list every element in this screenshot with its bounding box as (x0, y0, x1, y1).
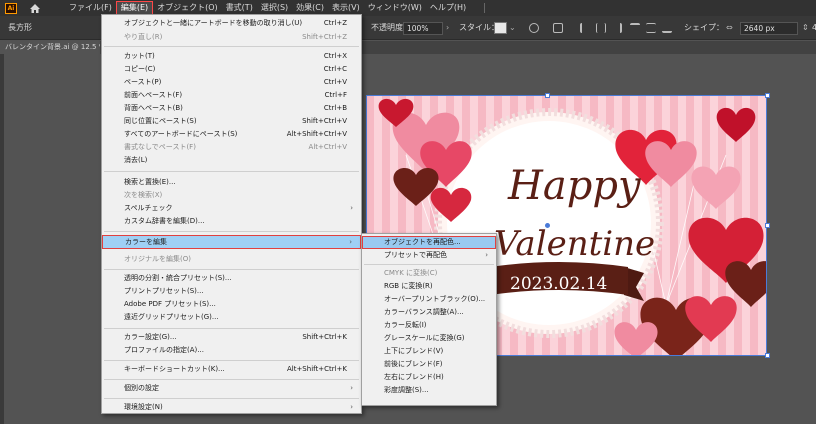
width-icon: ⇔ (726, 23, 733, 32)
menu-window[interactable]: ウィンドウ(W) (364, 1, 426, 15)
align-left-icon[interactable] (580, 23, 590, 33)
menu-object[interactable]: オブジェクト(O) (153, 1, 222, 15)
center-point (545, 223, 550, 228)
menu-item-edit-custom-dictionary[interactable]: カスタム辞書を編集(D)... (102, 216, 361, 227)
menu-item-find-replace[interactable]: 検索と置換(E)... (102, 177, 361, 188)
menu-item-my-settings[interactable]: 個別の設定 › (102, 383, 361, 394)
artboard-date: 2023.02.14 (510, 274, 607, 294)
menu-select[interactable]: 選択(S) (257, 1, 292, 15)
shape-type-label: 長方形 (8, 23, 32, 32)
menu-item-edit-colors[interactable]: カラーを編集 › (102, 235, 361, 249)
menu-item-convert-to-cmyk: CMYK に変換(C) (384, 269, 438, 277)
menu-item-keyboard-shortcuts[interactable]: キーボードショートカット(K)... Alt+Shift+Ctrl+K (102, 364, 361, 375)
menu-separator (104, 360, 359, 361)
submenu-arrow-icon: › (485, 251, 488, 259)
illustrator-logo-icon: Ai (5, 2, 17, 14)
left-toolbar-edge (0, 54, 4, 424)
menu-item-assign-profile[interactable]: プロファイルの指定(A)... (102, 345, 361, 356)
menu-item-overprint-black[interactable]: オーバープリントブラック(O)... (362, 294, 496, 305)
menu-item-color-settings[interactable]: カラー設定(G)... Shift+Ctrl+K (102, 332, 361, 343)
menu-item-adjust-color-balance[interactable]: カラーバランス調整(A)... (362, 307, 496, 318)
menu-effect[interactable]: 効果(C) (292, 1, 328, 15)
menu-item-recolor-with-preset[interactable]: プリセットで再配色 › (362, 250, 496, 261)
home-icon[interactable] (29, 3, 41, 14)
opacity-dropdown-icon[interactable]: › (446, 16, 449, 40)
menu-item-paste-in-place[interactable]: 同じ位置にペースト(S) Shift+Ctrl+V (102, 116, 361, 127)
menu-item-preferences[interactable]: 環境設定(N) › (102, 402, 361, 413)
menu-item-edit-original: オリジナルを編集(O) (124, 255, 191, 263)
style-dropdown-icon[interactable]: ⌄ (509, 16, 516, 40)
menu-help[interactable]: ヘルプ(H) (426, 1, 470, 15)
menu-item-clear[interactable]: 消去(L) (102, 155, 361, 166)
menu-item-convert-to-grayscale[interactable]: グレースケールに変換(G) (362, 333, 496, 344)
selection-handle[interactable] (765, 353, 770, 358)
menu-separator (104, 171, 359, 172)
submenu-arrow-icon: › (350, 403, 353, 411)
menu-item-blend-vertically[interactable]: 上下にブレンド(V) (362, 346, 496, 357)
menu-separator (104, 398, 359, 399)
menu-file[interactable]: ファイル(F) (65, 1, 116, 15)
menu-type[interactable]: 書式(T) (222, 1, 257, 15)
menu-item-transparency-flattener-presets[interactable]: 透明の分割・統合プリセット(S)... (102, 273, 361, 284)
artboard-title-valentine: Valentine (494, 224, 655, 264)
edit-menu: オブジェクトと一緒にアートボードを移動の取り消し(U) Ctrl+Z やり直し(R… (101, 14, 362, 414)
menu-item-print-presets[interactable]: プリントプリセット(S)... (102, 286, 361, 297)
selection-handle[interactable] (765, 93, 770, 98)
submenu-arrow-icon: › (350, 204, 353, 212)
document-tab[interactable]: バレンタイン背景.ai @ 12.5 % (0, 41, 100, 54)
menu-item-convert-to-rgb[interactable]: RGB に変換(R) (362, 281, 496, 292)
align-middle-icon[interactable] (646, 23, 656, 33)
menu-item-saturate[interactable]: 彩度調整(S)... (362, 385, 496, 396)
menu-item-paste-all-artboards[interactable]: すべてのアートボードにペースト(S) Alt+Shift+Ctrl+V (102, 129, 361, 140)
menu-item-cut[interactable]: カット(T) Ctrl+X (102, 51, 361, 62)
menu-item-paste-without-formatting: 書式なしでペースト(F) Alt+Ctrl+V (124, 143, 347, 151)
menu-item-redo: やり直し(R) Shift+Ctrl+Z (124, 33, 347, 41)
menu-item-paste-in-back[interactable]: 背面へペースト(B) Ctrl+B (102, 103, 361, 114)
width-input[interactable]: 2640 px (740, 22, 798, 35)
menu-item-paste[interactable]: ペースト(P) Ctrl+V (102, 77, 361, 88)
submenu-arrow-icon: › (350, 384, 353, 392)
edit-colors-submenu: オブジェクトを再配色... プリセットで再配色 › CMYK に変換(C) RGB… (361, 233, 497, 406)
menu-item-undo[interactable]: オブジェクトと一緒にアートボードを移動の取り消し(U) Ctrl+Z (102, 18, 361, 29)
menu-item-find-next: 次を検索(X) (124, 191, 163, 199)
menu-separator (104, 46, 359, 47)
recolor-icon[interactable] (529, 23, 539, 33)
menu-item-perspective-grid-presets[interactable]: 遠近グリッドプリセット(G)... (102, 312, 361, 323)
left-balloons (378, 98, 472, 222)
menu-divider (484, 3, 486, 13)
align-bottom-icon[interactable] (662, 23, 672, 33)
menu-item-copy[interactable]: コピー(C) Ctrl+C (102, 64, 361, 75)
selection-handle[interactable] (545, 93, 550, 98)
menu-item-paste-in-front[interactable]: 前面へペースト(F) Ctrl+F (102, 90, 361, 101)
height-icon: ⇕ (802, 23, 809, 32)
menu-separator (364, 264, 494, 265)
artboard-title-happy: Happy (507, 163, 642, 209)
align-right-icon[interactable] (612, 23, 622, 33)
menu-item-invert-colors[interactable]: カラー反転(I) (362, 320, 496, 331)
menu-item-recolor-artwork[interactable]: オブジェクトを再配色... (362, 236, 496, 249)
menu-separator (104, 231, 359, 232)
style-swatch[interactable] (494, 22, 507, 34)
menu-item-pdf-presets[interactable]: Adobe PDF プリセット(S)... (102, 299, 361, 310)
opacity-input[interactable]: 100% (403, 22, 443, 35)
menu-edit[interactable]: 編集(E) (115, 1, 154, 15)
menu-item-blend-front-to-back[interactable]: 前後にブレンド(F) (362, 359, 496, 370)
submenu-arrow-icon: › (349, 238, 352, 246)
menu-separator (104, 379, 359, 380)
align-to-icon[interactable] (553, 23, 563, 33)
shape-label: シェイプ： (684, 23, 724, 32)
menu-item-blend-horizontally[interactable]: 左右にブレンド(H) (362, 372, 496, 383)
align-top-icon[interactable] (630, 23, 640, 33)
style-label: スタイル： (459, 23, 499, 32)
selection-handle[interactable] (765, 223, 770, 228)
height-value-partial[interactable]: 4 (812, 16, 816, 40)
menu-view[interactable]: 表示(V) (328, 1, 364, 15)
menu-separator (104, 269, 359, 270)
menu-separator (104, 328, 359, 329)
align-center-icon[interactable] (596, 23, 606, 33)
menu-item-spell-check[interactable]: スペルチェック › (102, 203, 361, 214)
